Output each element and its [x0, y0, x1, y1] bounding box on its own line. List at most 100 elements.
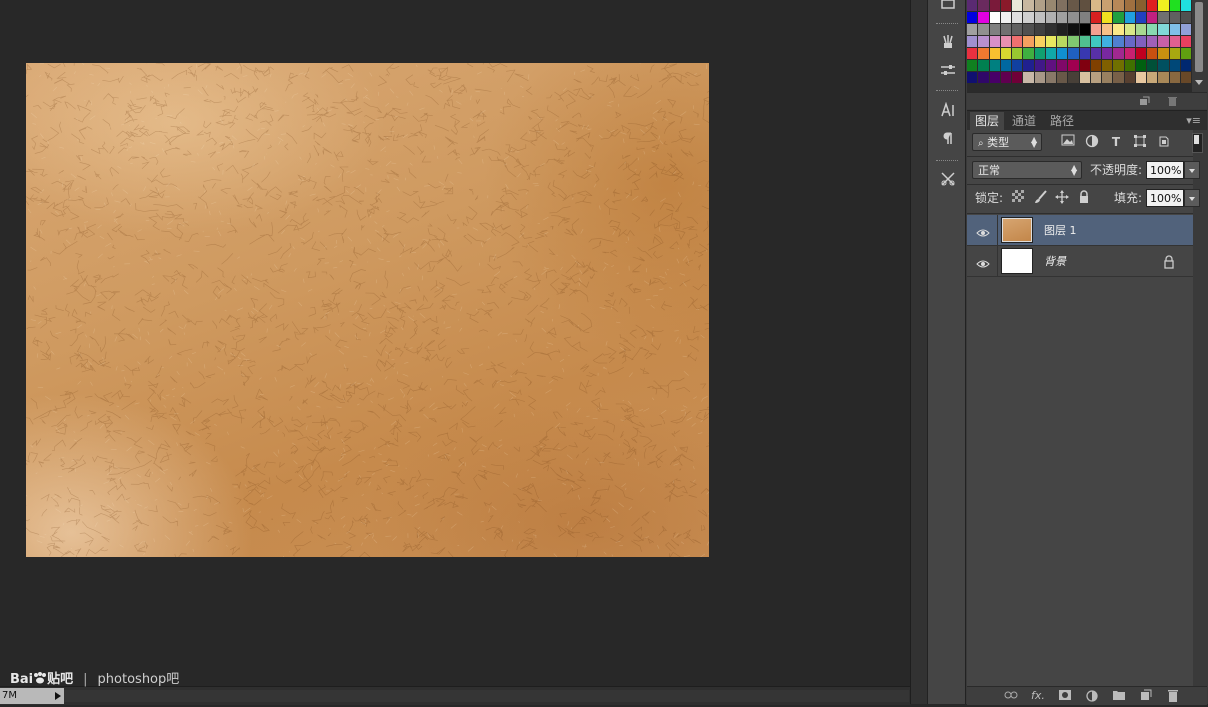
new-group-folder-icon[interactable] [1112, 689, 1126, 703]
color-swatch[interactable] [1147, 36, 1158, 47]
color-swatch[interactable] [967, 0, 978, 11]
color-swatch[interactable] [1102, 60, 1113, 71]
color-swatch[interactable] [1034, 12, 1045, 23]
color-swatch[interactable] [1135, 72, 1146, 83]
dock-grip[interactable] [936, 90, 958, 93]
color-swatch[interactable] [978, 0, 989, 11]
color-swatch[interactable] [1180, 60, 1191, 71]
color-swatch[interactable] [1102, 36, 1113, 47]
color-swatch[interactable] [1113, 48, 1124, 59]
lock-transparent-icon[interactable] [1010, 190, 1026, 206]
color-swatch[interactable] [1124, 12, 1135, 23]
color-swatch[interactable] [1023, 0, 1034, 11]
color-swatch[interactable] [1135, 60, 1146, 71]
scroll-down-icon[interactable] [1195, 80, 1203, 85]
layer-name[interactable]: 背景 [1044, 253, 1066, 269]
color-swatch[interactable] [1012, 12, 1023, 23]
color-swatch[interactable] [1135, 12, 1146, 23]
color-swatch[interactable] [1057, 0, 1068, 11]
blend-mode-select[interactable]: 正常 ▲ ▼ [972, 161, 1082, 179]
color-swatch[interactable] [1147, 24, 1158, 35]
color-swatch[interactable] [1068, 12, 1079, 23]
color-swatch[interactable] [1169, 36, 1180, 47]
color-swatch[interactable] [1135, 48, 1146, 59]
color-swatch[interactable] [978, 36, 989, 47]
color-swatch[interactable] [978, 60, 989, 71]
tab-layers[interactable]: 图层 [970, 112, 1005, 131]
opacity-dropdown-icon[interactable] [1184, 161, 1200, 179]
color-swatch[interactable] [1023, 12, 1034, 23]
color-swatch[interactable] [1079, 36, 1090, 47]
color-swatch[interactable] [1135, 24, 1146, 35]
color-swatch[interactable] [1102, 72, 1113, 83]
filter-kind-select[interactable]: ⌕ 类型 ▲ ▼ [972, 133, 1042, 151]
shape-filter-icon[interactable] [1132, 134, 1148, 150]
color-swatch[interactable] [1045, 36, 1056, 47]
color-swatch[interactable] [1068, 24, 1079, 35]
dock-grip[interactable] [936, 23, 958, 26]
color-swatch[interactable] [1057, 72, 1068, 83]
paragraph-icon[interactable] [936, 126, 960, 150]
color-swatch[interactable] [1079, 0, 1090, 11]
dock-grip[interactable] [936, 160, 958, 163]
color-swatch[interactable] [1079, 72, 1090, 83]
color-swatch[interactable] [967, 60, 978, 71]
color-swatch[interactable] [989, 72, 1000, 83]
color-swatch[interactable] [1000, 36, 1011, 47]
tab-channels[interactable]: 通道 [1007, 112, 1041, 131]
add-mask-icon[interactable] [1058, 689, 1072, 703]
color-swatch[interactable] [1023, 72, 1034, 83]
color-swatch[interactable] [1090, 48, 1101, 59]
color-swatch[interactable] [1045, 0, 1056, 11]
color-swatch[interactable] [1147, 60, 1158, 71]
color-swatch[interactable] [1090, 12, 1101, 23]
color-swatch[interactable] [967, 36, 978, 47]
color-swatch[interactable] [1068, 72, 1079, 83]
color-swatch[interactable] [1158, 60, 1169, 71]
color-swatch[interactable] [978, 12, 989, 23]
color-swatch[interactable] [989, 12, 1000, 23]
color-swatch[interactable] [1068, 48, 1079, 59]
color-swatch[interactable] [1169, 0, 1180, 11]
color-swatch[interactable] [1012, 60, 1023, 71]
color-swatch[interactable] [978, 48, 989, 59]
color-swatch[interactable] [1090, 36, 1101, 47]
delete-layer-icon[interactable] [1166, 689, 1180, 703]
new-swatch-icon[interactable] [1139, 96, 1150, 106]
color-swatch[interactable] [1135, 36, 1146, 47]
swatches-scrollbar[interactable] [1192, 0, 1206, 92]
color-swatch[interactable] [1124, 72, 1135, 83]
color-swatch[interactable] [989, 60, 1000, 71]
color-swatch[interactable] [1000, 72, 1011, 83]
color-swatch[interactable] [1079, 24, 1090, 35]
vertical-scrollbar[interactable] [910, 0, 928, 704]
lock-position-move-icon[interactable] [1054, 190, 1070, 206]
color-swatch[interactable] [967, 48, 978, 59]
color-swatch[interactable] [1147, 48, 1158, 59]
link-layers-icon[interactable] [1004, 689, 1018, 703]
color-swatch[interactable] [1158, 36, 1169, 47]
color-swatch[interactable] [1057, 24, 1068, 35]
color-swatch[interactable] [1079, 12, 1090, 23]
fill-input[interactable]: 100% [1146, 189, 1184, 207]
color-swatch[interactable] [1012, 36, 1023, 47]
scrollbar-thumb[interactable] [1195, 2, 1203, 72]
color-swatch[interactable] [1012, 24, 1023, 35]
color-swatch[interactable] [989, 24, 1000, 35]
color-swatch[interactable] [1102, 12, 1113, 23]
color-swatch[interactable] [1113, 0, 1124, 11]
color-swatch[interactable] [1124, 24, 1135, 35]
color-swatch[interactable] [1090, 24, 1101, 35]
adjustments-icon[interactable] [936, 58, 960, 82]
color-swatch[interactable] [1000, 24, 1011, 35]
color-swatch[interactable] [967, 72, 978, 83]
document-canvas[interactable] [26, 63, 709, 557]
color-swatch[interactable] [1124, 60, 1135, 71]
new-layer-icon[interactable] [1139, 689, 1153, 703]
layer-row-background[interactable]: 背景 [967, 246, 1193, 277]
color-swatch[interactable] [1090, 60, 1101, 71]
tab-paths[interactable]: 路径 [1045, 112, 1079, 131]
color-swatch[interactable] [1079, 60, 1090, 71]
color-swatch[interactable] [1169, 72, 1180, 83]
color-swatch[interactable] [967, 24, 978, 35]
